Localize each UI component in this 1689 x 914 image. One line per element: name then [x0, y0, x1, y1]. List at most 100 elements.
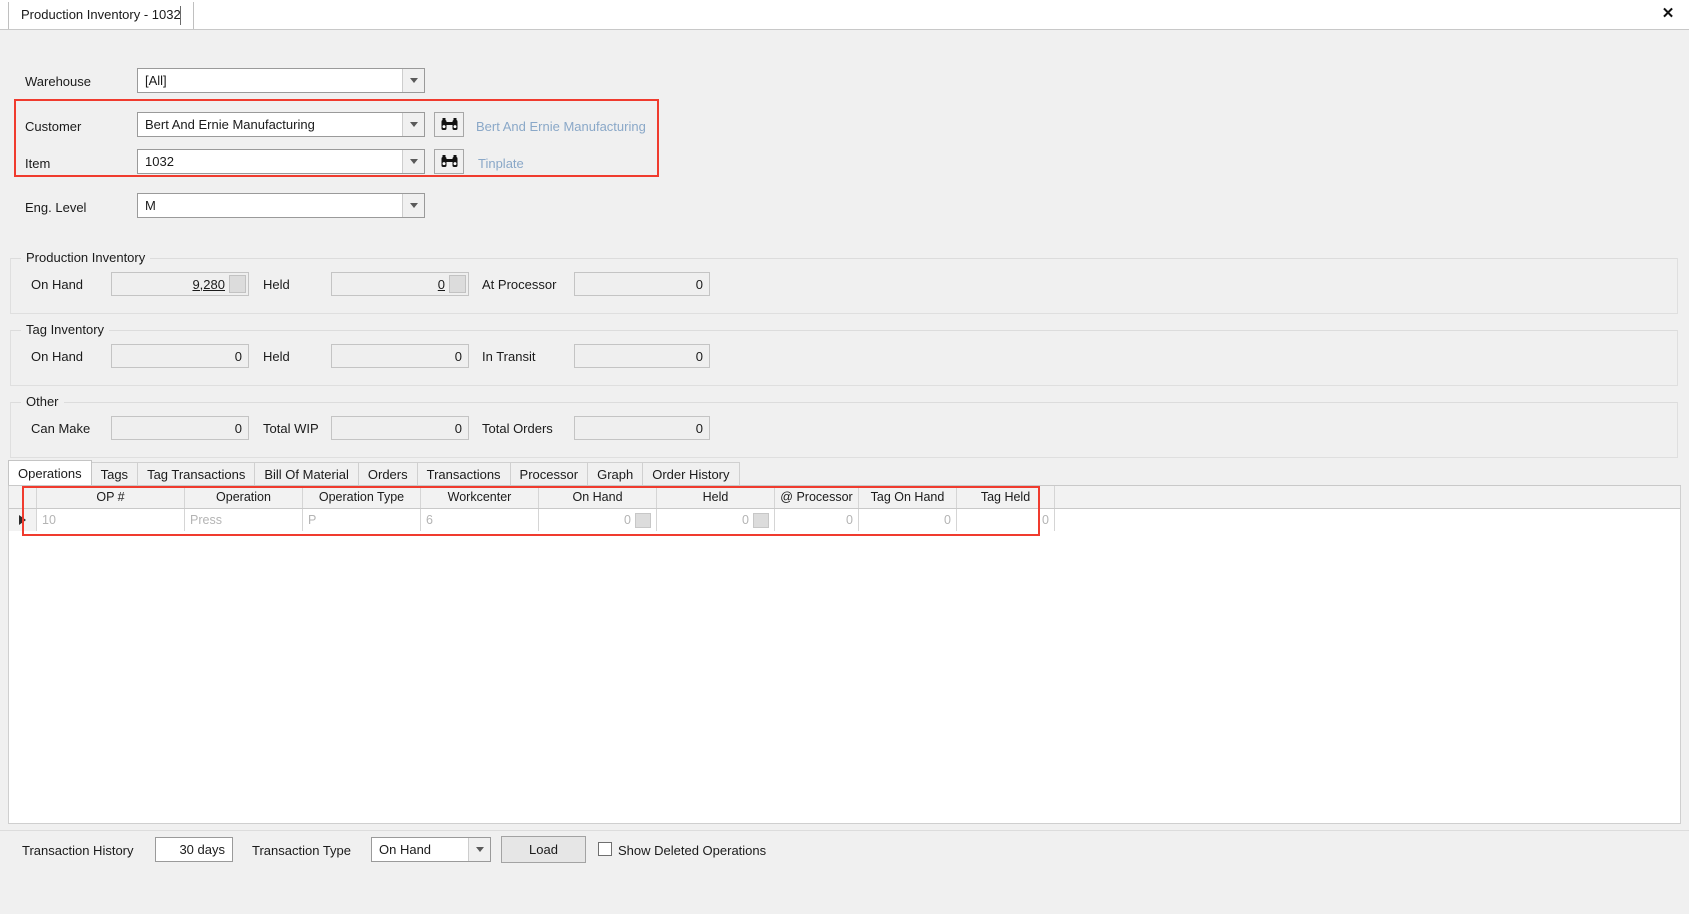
grid-cell-tag-on-hand[interactable]: 0: [859, 509, 957, 531]
grid-cell-operation[interactable]: Press: [185, 509, 303, 531]
production-held-spin[interactable]: [449, 275, 466, 293]
grid-header-on-hand[interactable]: On Hand: [539, 486, 657, 508]
item-label: Item: [25, 156, 51, 171]
other-group: Other: [10, 394, 1678, 458]
tag-on-hand-field: 0: [111, 344, 249, 368]
grid-cell-workcenter[interactable]: 6: [421, 509, 539, 531]
production-held-label: Held: [263, 277, 290, 292]
grid-cell-op-no[interactable]: 10: [37, 509, 185, 531]
grid-cell-tag-held[interactable]: 0: [957, 509, 1055, 531]
eng-level-label: Eng. Level: [25, 200, 87, 215]
row-arrow-icon: [19, 515, 26, 525]
load-button-label: Load: [529, 842, 558, 857]
tag-held-field: 0: [331, 344, 469, 368]
operations-grid: OP # Operation Operation Type Workcenter On …: [8, 486, 1681, 824]
customer-lookup-button[interactable]: [434, 112, 464, 137]
chevron-down-icon[interactable]: [402, 194, 424, 217]
chevron-down-icon[interactable]: [402, 69, 424, 92]
tag-on-hand-value: 0: [234, 348, 242, 364]
customer-value: Bert And Ernie Manufacturing: [145, 117, 315, 132]
grid-header-tag-on-hand[interactable]: Tag On Hand: [859, 486, 957, 508]
tab-graph[interactable]: Graph: [587, 462, 644, 485]
chevron-down-icon[interactable]: [468, 838, 490, 861]
total-orders-field: 0: [574, 416, 710, 440]
grid-cell-held[interactable]: 0: [657, 509, 775, 531]
tag-on-hand-label: On Hand: [31, 349, 84, 364]
grid-cell-value: 10: [42, 512, 56, 527]
grid-cell-value: 0: [1042, 512, 1049, 527]
tab-operations[interactable]: Operations: [8, 460, 92, 485]
tag-inventory-group: Tag Inventory: [10, 322, 1678, 386]
transaction-type-value: On Hand: [379, 842, 432, 857]
transaction-type-select[interactable]: On Hand: [371, 837, 491, 862]
total-wip-value: 0: [454, 420, 462, 436]
warehouse-select[interactable]: [All]: [137, 68, 425, 93]
tab-orders[interactable]: Orders: [357, 462, 418, 485]
can-make-value: 0: [234, 420, 242, 436]
tab-bill-of-material[interactable]: Bill Of Material: [254, 462, 359, 485]
grid-header-tag-held[interactable]: Tag Held: [957, 486, 1055, 508]
grid-cell-value: 0: [944, 512, 951, 527]
tab-label: Transactions: [426, 467, 501, 482]
production-on-hand-spin[interactable]: [229, 275, 246, 293]
eng-level-select[interactable]: M: [137, 193, 425, 218]
binoculars-icon: [441, 155, 457, 167]
other-title: Other: [21, 394, 64, 409]
chevron-down-icon[interactable]: [402, 113, 424, 136]
production-at-processor-value: 0: [695, 276, 703, 292]
grid-cell-on-hand[interactable]: 0: [539, 509, 657, 531]
transaction-history-input[interactable]: 30 days: [155, 837, 233, 862]
tag-in-transit-field: 0: [574, 344, 710, 368]
grid-header-operation-type[interactable]: Operation Type: [303, 486, 421, 508]
load-button[interactable]: Load: [501, 836, 586, 863]
grid-header-op[interactable]: OP #: [37, 486, 185, 508]
grid-cell-value: 6: [426, 512, 433, 527]
production-on-hand-field[interactable]: 9,280: [111, 272, 249, 296]
production-held-value: 0: [437, 276, 445, 292]
warehouse-value: [All]: [145, 73, 167, 88]
tab-tag-transactions[interactable]: Tag Transactions: [137, 462, 256, 485]
tab-label: Order History: [652, 467, 730, 482]
tab-order-history[interactable]: Order History: [642, 462, 740, 485]
tab-processor[interactable]: Processor: [509, 462, 589, 485]
production-held-field[interactable]: 0: [331, 272, 469, 296]
grid-cell-spin[interactable]: [635, 512, 651, 528]
tag-inventory-title: Tag Inventory: [21, 322, 110, 337]
customer-select[interactable]: Bert And Ernie Manufacturing: [137, 112, 425, 137]
grid-cell-operation-type[interactable]: P: [303, 509, 421, 531]
close-icon[interactable]: ✕: [1657, 3, 1679, 25]
show-deleted-operations-checkbox[interactable]: [598, 842, 612, 856]
grid-header-label: Workcenter: [447, 490, 512, 504]
binoculars-icon: [441, 118, 457, 130]
production-inventory-group: Production Inventory: [10, 250, 1678, 314]
item-description: Tinplate: [478, 156, 524, 171]
production-on-hand-value: 9,280: [192, 276, 225, 292]
grid-cell-value: 0: [624, 512, 631, 527]
document-tab-production-inventory[interactable]: Production Inventory - 1032: [8, 2, 194, 29]
tag-held-label: Held: [263, 349, 290, 364]
grid-row-indicator[interactable]: [9, 509, 37, 531]
tab-label: Operations: [18, 466, 82, 481]
grid-header-row: OP # Operation Operation Type Workcenter On …: [9, 486, 1680, 509]
grid-header-label: OP #: [96, 490, 125, 504]
grid-header-workcenter[interactable]: Workcenter: [421, 486, 539, 508]
grid-header-label: @ Processor: [780, 490, 853, 504]
eng-level-value: M: [145, 198, 156, 213]
total-wip-field: 0: [331, 416, 469, 440]
grid-cell-at-processor[interactable]: 0: [775, 509, 859, 531]
tab-label: Orders: [367, 467, 408, 482]
grid-cell-spin[interactable]: [753, 512, 769, 528]
can-make-label: Can Make: [31, 421, 91, 436]
grid-cell-value: P: [308, 512, 317, 527]
chevron-down-icon[interactable]: [402, 150, 424, 173]
item-select[interactable]: 1032: [137, 149, 425, 174]
grid-header-processor[interactable]: @ Processor: [775, 486, 859, 508]
grid-header-held[interactable]: Held: [657, 486, 775, 508]
grid-header-operation[interactable]: Operation: [185, 486, 303, 508]
table-row[interactable]: 10 Press P 6 0 0 0 0 0: [9, 509, 1680, 531]
transaction-history-label: Transaction History: [22, 843, 134, 858]
tab-tags[interactable]: Tags: [90, 462, 139, 485]
transaction-history-value: 30 days: [179, 842, 225, 857]
item-lookup-button[interactable]: [434, 149, 464, 174]
tab-transactions[interactable]: Transactions: [416, 462, 511, 485]
